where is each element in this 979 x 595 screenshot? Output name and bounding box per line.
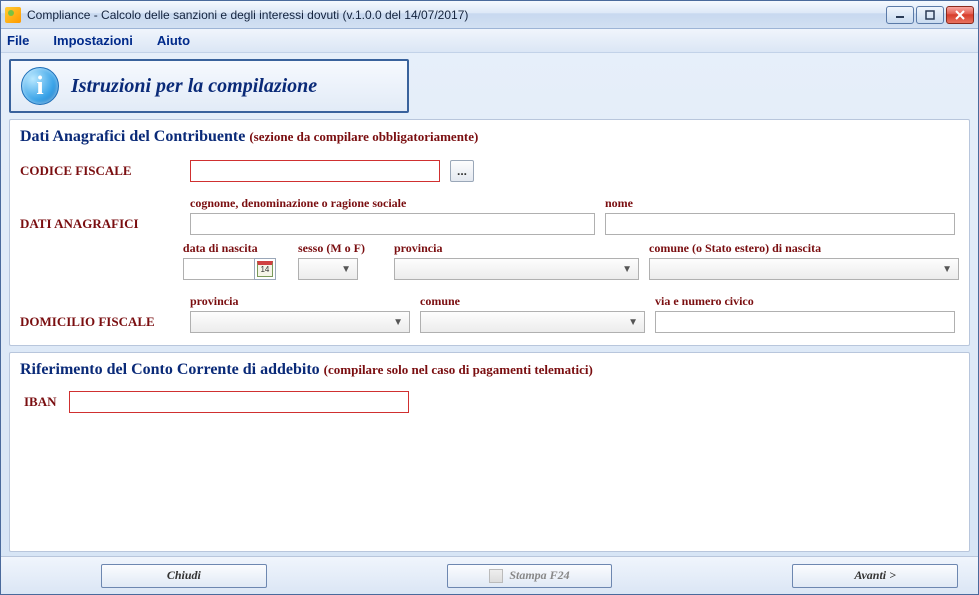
dom-comune-combo[interactable]: ▼ bbox=[420, 311, 645, 333]
data-nascita-input[interactable] bbox=[183, 258, 255, 280]
close-button[interactable] bbox=[946, 6, 974, 24]
conto-panel: Riferimento del Conto Corrente di addebi… bbox=[9, 352, 970, 552]
instructions-button[interactable]: i Istruzioni per la compilazione bbox=[9, 59, 409, 113]
nome-label: nome bbox=[605, 196, 955, 211]
sesso-combo[interactable]: ▼ bbox=[298, 258, 358, 280]
comune-nascita-label: comune (o Stato estero) di nascita bbox=[649, 241, 959, 256]
conto-heading: Riferimento del Conto Corrente di addebi… bbox=[20, 361, 959, 379]
nome-input[interactable] bbox=[605, 213, 955, 235]
dom-provincia-label: provincia bbox=[190, 294, 410, 309]
menubar: File Impostazioni Aiuto bbox=[1, 29, 978, 53]
data-nascita-label: data di nascita bbox=[183, 241, 288, 256]
content-area: i Istruzioni per la compilazione Dati An… bbox=[1, 53, 978, 556]
domicilio-fiscale-label: DOMICILIO FISCALE bbox=[20, 314, 180, 333]
menu-file[interactable]: File bbox=[7, 33, 29, 48]
dati-anagrafici-label: DATI ANAGRAFICI bbox=[20, 216, 180, 235]
chevron-down-icon: ▼ bbox=[942, 264, 952, 275]
chevron-down-icon: ▼ bbox=[341, 264, 351, 275]
sesso-label: sesso (M o F) bbox=[298, 241, 384, 256]
anagrafica-subtitle: (sezione da compilare obbligatoriamente) bbox=[249, 129, 478, 144]
bottom-bar: Chiudi Stampa F24 Avanti > bbox=[1, 556, 978, 594]
cognome-label: cognome, denominazione o ragione sociale bbox=[190, 196, 595, 211]
print-icon bbox=[489, 569, 503, 583]
window-controls bbox=[886, 6, 974, 24]
anagrafica-title: Dati Anagrafici del Contribuente bbox=[20, 128, 245, 145]
codice-fiscale-input[interactable] bbox=[190, 160, 440, 182]
dom-provincia-combo[interactable]: ▼ bbox=[190, 311, 410, 333]
iban-label: IBAN bbox=[20, 394, 57, 410]
titlebar: Compliance - Calcolo delle sanzioni e de… bbox=[1, 1, 978, 29]
codice-fiscale-lookup-button[interactable]: ... bbox=[450, 160, 474, 182]
menu-aiuto[interactable]: Aiuto bbox=[157, 33, 190, 48]
conto-title: Riferimento del Conto Corrente di addebi… bbox=[20, 361, 320, 378]
stampa-label: Stampa F24 bbox=[509, 568, 569, 583]
window-title: Compliance - Calcolo delle sanzioni e de… bbox=[27, 8, 468, 22]
calendar-icon: 14 bbox=[257, 261, 273, 277]
avanti-button[interactable]: Avanti > bbox=[792, 564, 958, 588]
anagrafica-panel: Dati Anagrafici del Contribuente (sezion… bbox=[9, 119, 970, 346]
minimize-button[interactable] bbox=[886, 6, 914, 24]
anagrafica-heading: Dati Anagrafici del Contribuente (sezion… bbox=[20, 128, 959, 146]
codice-fiscale-label: CODICE FISCALE bbox=[20, 163, 180, 179]
provincia-nascita-label: provincia bbox=[394, 241, 639, 256]
provincia-nascita-combo[interactable]: ▼ bbox=[394, 258, 639, 280]
chiudi-button[interactable]: Chiudi bbox=[101, 564, 267, 588]
comune-nascita-combo[interactable]: ▼ bbox=[649, 258, 959, 280]
iban-input[interactable] bbox=[69, 391, 409, 413]
cognome-input[interactable] bbox=[190, 213, 595, 235]
chevron-down-icon: ▼ bbox=[393, 317, 403, 328]
dom-comune-label: comune bbox=[420, 294, 645, 309]
conto-subtitle: (compilare solo nel caso di pagamenti te… bbox=[324, 362, 593, 377]
dom-via-input[interactable] bbox=[655, 311, 955, 333]
calendar-button[interactable]: 14 bbox=[254, 258, 276, 280]
info-icon: i bbox=[21, 67, 59, 105]
menu-impostazioni[interactable]: Impostazioni bbox=[53, 33, 132, 48]
maximize-button[interactable] bbox=[916, 6, 944, 24]
app-window: Compliance - Calcolo delle sanzioni e de… bbox=[0, 0, 979, 595]
chevron-down-icon: ▼ bbox=[628, 317, 638, 328]
chevron-down-icon: ▼ bbox=[622, 264, 632, 275]
instructions-label: Istruzioni per la compilazione bbox=[71, 75, 317, 98]
app-icon bbox=[5, 7, 21, 23]
stampa-f24-button[interactable]: Stampa F24 bbox=[447, 564, 613, 588]
dom-via-label: via e numero civico bbox=[655, 294, 955, 309]
